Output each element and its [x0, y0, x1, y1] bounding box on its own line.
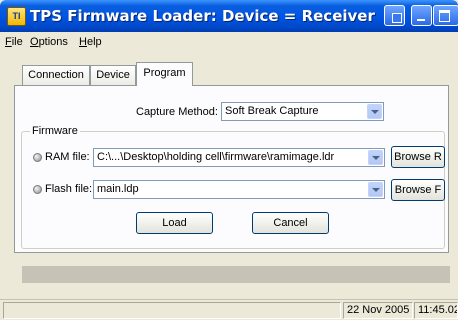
chevron-down-icon[interactable] [368, 182, 383, 197]
cancel-button[interactable]: Cancel [252, 212, 329, 234]
minimize-button[interactable] [411, 5, 432, 26]
main-window: TI TPS Firmware Loader: Device = Receive… [0, 0, 458, 320]
ram-file-input[interactable]: C:\...\Desktop\holding cell\firmware\ram… [93, 148, 385, 167]
flash-file-label: Flash file: [45, 183, 93, 195]
restore-window-icon[interactable] [384, 5, 405, 26]
browse-flash-button[interactable]: Browse F [391, 179, 445, 201]
ram-file-value: C:\...\Desktop\holding cell\firmware\ram… [97, 151, 335, 163]
window-title: TPS Firmware Loader: Device = Receiver [30, 7, 375, 25]
capture-method-value: Soft Break Capture [225, 105, 319, 117]
tab-device[interactable]: Device [90, 65, 136, 85]
flash-file-radio[interactable] [33, 185, 42, 194]
menu-file-rest: ile [11, 36, 23, 48]
menu-help-rest: elp [86, 36, 102, 48]
app-chip-icon[interactable]: TI [7, 7, 26, 26]
ram-file-radio[interactable] [33, 153, 42, 162]
menu-file[interactable]: File [5, 36, 23, 48]
maximize-button[interactable] [433, 5, 458, 26]
status-date: 22 Nov 2005 [343, 302, 413, 319]
chevron-down-icon[interactable] [367, 104, 382, 119]
menu-options-rest: ptions [38, 36, 68, 48]
firmware-group-title: Firmware [30, 125, 80, 137]
ram-file-label: RAM file: [45, 151, 90, 163]
capture-method-label: Capture Method: [136, 106, 218, 118]
title-bar[interactable]: TI TPS Firmware Loader: Device = Receive… [0, 0, 458, 32]
status-message [3, 302, 341, 319]
tab-connection[interactable]: Connection [22, 65, 90, 85]
menu-help[interactable]: Help [79, 36, 102, 48]
load-button[interactable]: Load [136, 212, 213, 234]
progress-bar [22, 266, 450, 283]
menu-bar: File Options Help [0, 33, 458, 53]
status-bar: 22 Nov 2005 11:45.02 [0, 299, 458, 320]
browse-ram-button[interactable]: Browse R [391, 146, 445, 168]
tab-program[interactable]: Program [136, 62, 193, 86]
flash-file-value: main.ldp [97, 183, 139, 195]
chevron-down-icon[interactable] [368, 150, 383, 165]
flash-file-input[interactable]: main.ldp [93, 180, 385, 199]
capture-method-select[interactable]: Soft Break Capture [221, 102, 384, 121]
status-time: 11:45.02 [414, 302, 458, 319]
menu-options[interactable]: Options [30, 36, 68, 48]
